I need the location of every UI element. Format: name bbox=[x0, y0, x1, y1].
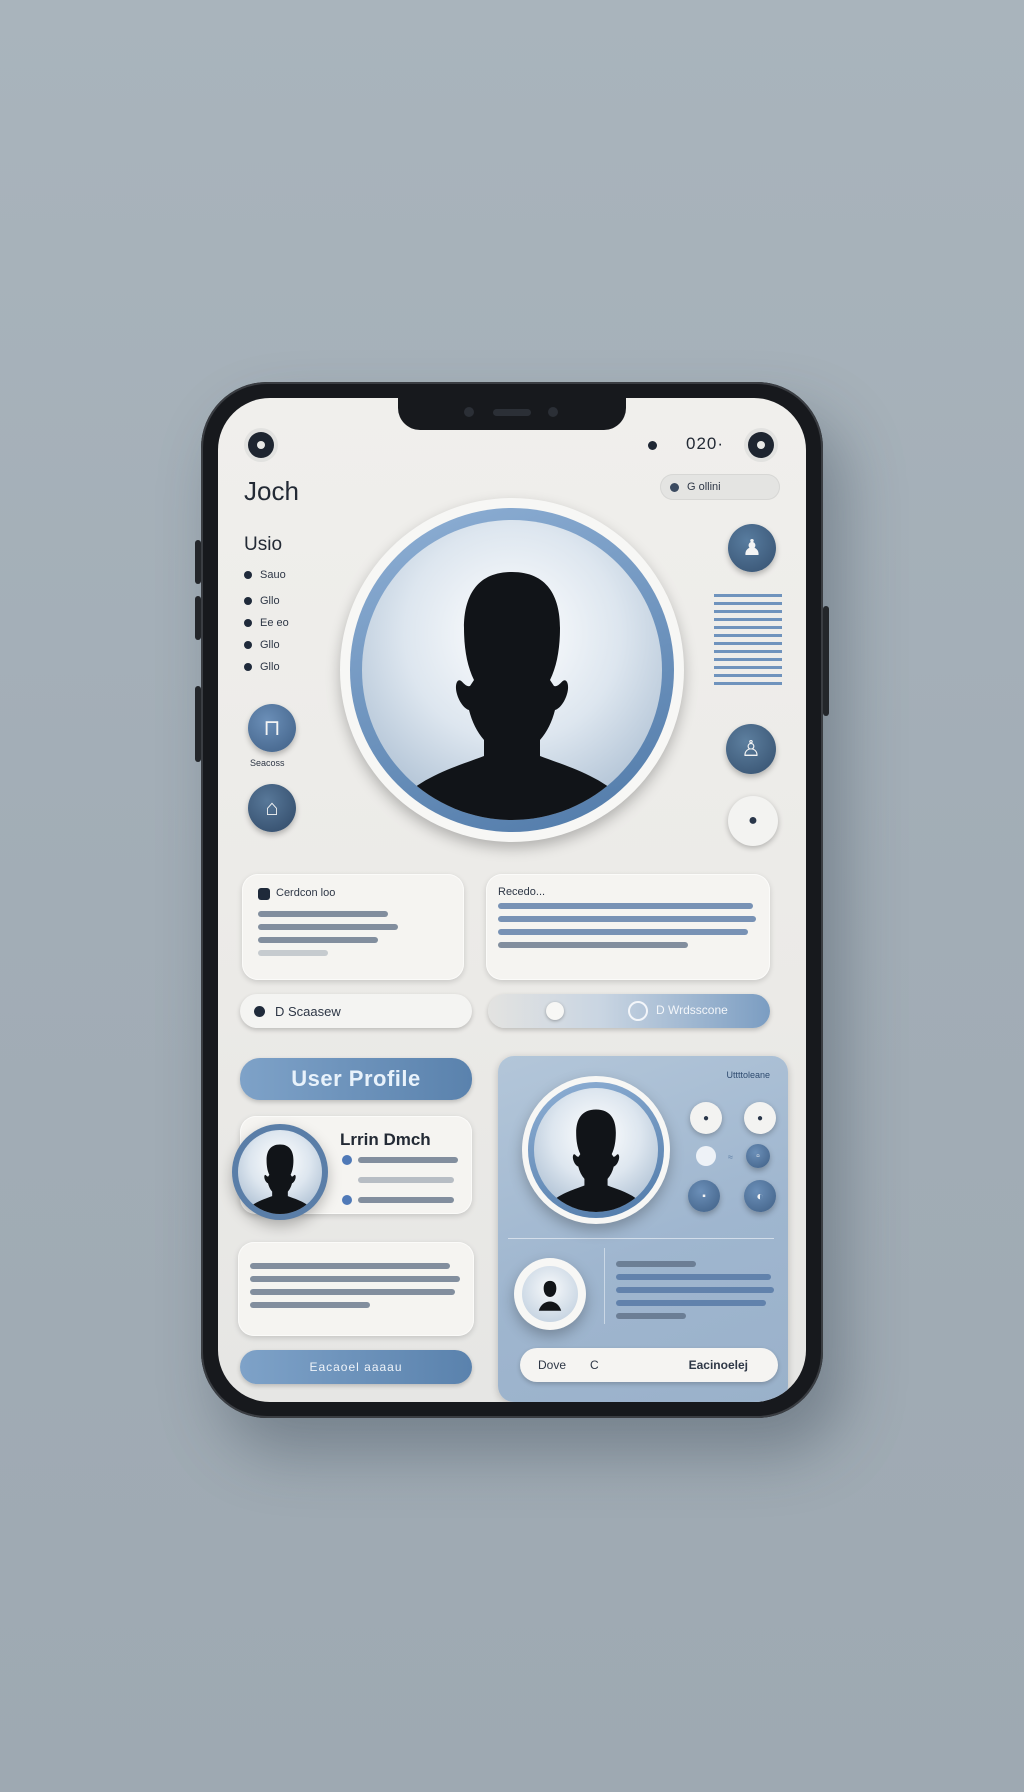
panel-caption: Uttttoleane bbox=[726, 1070, 770, 1080]
power-button bbox=[823, 606, 829, 716]
volume-up-button bbox=[195, 540, 201, 584]
chip-dot-icon bbox=[670, 482, 679, 492]
sidebar-item-1[interactable]: Sauo bbox=[244, 564, 324, 586]
bullet-icon bbox=[342, 1195, 352, 1205]
lock-button[interactable]: ⊓ bbox=[248, 704, 296, 752]
small-avatar[interactable] bbox=[522, 1266, 578, 1322]
info-icon: ● bbox=[748, 812, 758, 829]
sidebar-item-label: Gllo bbox=[260, 661, 280, 673]
message-pill-mid: C bbox=[590, 1358, 599, 1372]
signal-dot-icon bbox=[648, 441, 657, 450]
panel-action-2[interactable]: ● bbox=[744, 1102, 776, 1134]
bullet-icon bbox=[244, 597, 252, 605]
sidebar-item-label: Gllo bbox=[260, 595, 280, 607]
lock-icon: ⊓ bbox=[263, 715, 281, 740]
header-chip[interactable]: G ollini bbox=[660, 474, 780, 500]
sidebar-title: Usio bbox=[244, 534, 283, 555]
message-pill[interactable]: Dove C Eacinoelej bbox=[520, 1348, 778, 1382]
chip-label: G ollini bbox=[687, 481, 721, 493]
main-avatar[interactable] bbox=[362, 520, 662, 820]
page-title: Joch bbox=[244, 476, 299, 506]
panel-divider bbox=[508, 1238, 774, 1239]
bullet-icon bbox=[244, 619, 252, 627]
user-profile-button[interactable]: User Profile bbox=[240, 1058, 472, 1100]
panel-text-lines bbox=[616, 1254, 776, 1326]
bio-lines bbox=[250, 1256, 464, 1315]
dot-icon: ● bbox=[756, 1112, 764, 1124]
sidebar-list: Sauo Gllo Ee eo Gllo Gllo bbox=[244, 564, 324, 678]
screen: 020· Joch G ollini Usio Sauo Gllo Ee eo … bbox=[218, 398, 806, 1402]
chat-icon: ◐ bbox=[756, 1189, 764, 1203]
settings-icon[interactable] bbox=[748, 432, 774, 458]
camera-button[interactable]: ⌂ bbox=[248, 784, 296, 832]
camera-icon: ▪ bbox=[702, 1190, 706, 1202]
user-button[interactable]: ♟ bbox=[728, 524, 776, 572]
toggle-pill-label: D Wrdsscone bbox=[656, 1003, 728, 1017]
user-profile-title: User Profile bbox=[291, 1066, 421, 1091]
bio-card bbox=[238, 1242, 474, 1336]
camera-icon bbox=[464, 407, 474, 417]
status-time: 020· bbox=[686, 434, 725, 453]
lamp-icon: ♙ bbox=[741, 736, 761, 761]
sidebar-item-5[interactable]: Gllo bbox=[244, 656, 324, 678]
sidebar-item-2[interactable]: Gllo bbox=[244, 590, 324, 612]
panel-action-5[interactable]: ▪ bbox=[688, 1180, 720, 1212]
notch bbox=[398, 398, 626, 430]
info-card-right-lines bbox=[498, 896, 758, 955]
sidebar-item-label: Ee eo bbox=[260, 617, 289, 629]
link-icon: ≈ bbox=[728, 1152, 733, 1162]
message-pill-left: Dove bbox=[538, 1358, 567, 1372]
profile-details bbox=[342, 1150, 462, 1210]
lock-label: Seacoss bbox=[250, 758, 285, 768]
search-dot-icon bbox=[254, 1005, 265, 1017]
panel-divider-vertical bbox=[604, 1248, 605, 1324]
edit-profile-label: Eacaoel aaaau bbox=[309, 1360, 403, 1374]
panel-avatar[interactable] bbox=[534, 1088, 658, 1212]
toggle-knob-icon bbox=[546, 1002, 564, 1020]
panel-action-3[interactable] bbox=[696, 1146, 716, 1166]
message-pill-right: Eacinoelej bbox=[688, 1358, 748, 1372]
dot-icon: ● bbox=[702, 1112, 710, 1124]
power-icon bbox=[628, 1001, 648, 1021]
mute-switch bbox=[195, 686, 201, 762]
lamp-button[interactable]: ♙ bbox=[726, 724, 776, 774]
info-card-left-title: Cerdcon loo bbox=[276, 887, 336, 899]
bullet-icon bbox=[244, 571, 252, 579]
person-silhouette-icon bbox=[390, 572, 634, 820]
panel-action-6[interactable]: ◐ bbox=[744, 1180, 776, 1212]
info-button[interactable]: ● bbox=[728, 796, 778, 846]
camera-icon: ⌂ bbox=[265, 795, 279, 820]
search-pill-label: D Scaasew bbox=[275, 1003, 341, 1019]
person-silhouette-icon bbox=[545, 1109, 647, 1212]
card-square-icon bbox=[258, 888, 270, 900]
person-silhouette-icon bbox=[245, 1144, 315, 1214]
sidebar-item-label: Gllo bbox=[260, 639, 280, 651]
profile-name: Lrrin Dmch bbox=[340, 1130, 431, 1149]
barcode-graphic bbox=[714, 594, 782, 685]
speaker-icon bbox=[493, 409, 531, 416]
sidebar-item-3[interactable]: Ee eo bbox=[244, 612, 324, 634]
sidebar-item-4[interactable]: Gllo bbox=[244, 634, 324, 656]
panel-action-1[interactable]: ● bbox=[690, 1102, 722, 1134]
bullet-icon bbox=[244, 663, 252, 671]
profile-avatar[interactable] bbox=[238, 1130, 322, 1214]
volume-down-button bbox=[195, 596, 201, 640]
info-card-left: Cerdcon loo bbox=[242, 874, 464, 980]
sidebar-item-label: Sauo bbox=[260, 569, 286, 581]
toggle-pill[interactable]: D Wrdsscone bbox=[488, 994, 770, 1028]
image-icon: ▫ bbox=[756, 1150, 760, 1162]
person-silhouette-icon bbox=[538, 1280, 562, 1311]
edit-profile-button[interactable]: Eacaoel aaaau bbox=[240, 1350, 472, 1384]
info-card-left-lines bbox=[258, 904, 408, 963]
sensor-icon bbox=[548, 407, 558, 417]
bullet-icon bbox=[342, 1155, 352, 1165]
search-pill[interactable]: D Scaasew bbox=[240, 994, 472, 1028]
panel-action-4[interactable]: ▫ bbox=[746, 1144, 770, 1168]
menu-icon[interactable] bbox=[248, 432, 274, 458]
info-card-right: Recedo... bbox=[486, 874, 770, 980]
user-icon: ♟ bbox=[742, 535, 762, 560]
bullet-icon bbox=[244, 641, 252, 649]
